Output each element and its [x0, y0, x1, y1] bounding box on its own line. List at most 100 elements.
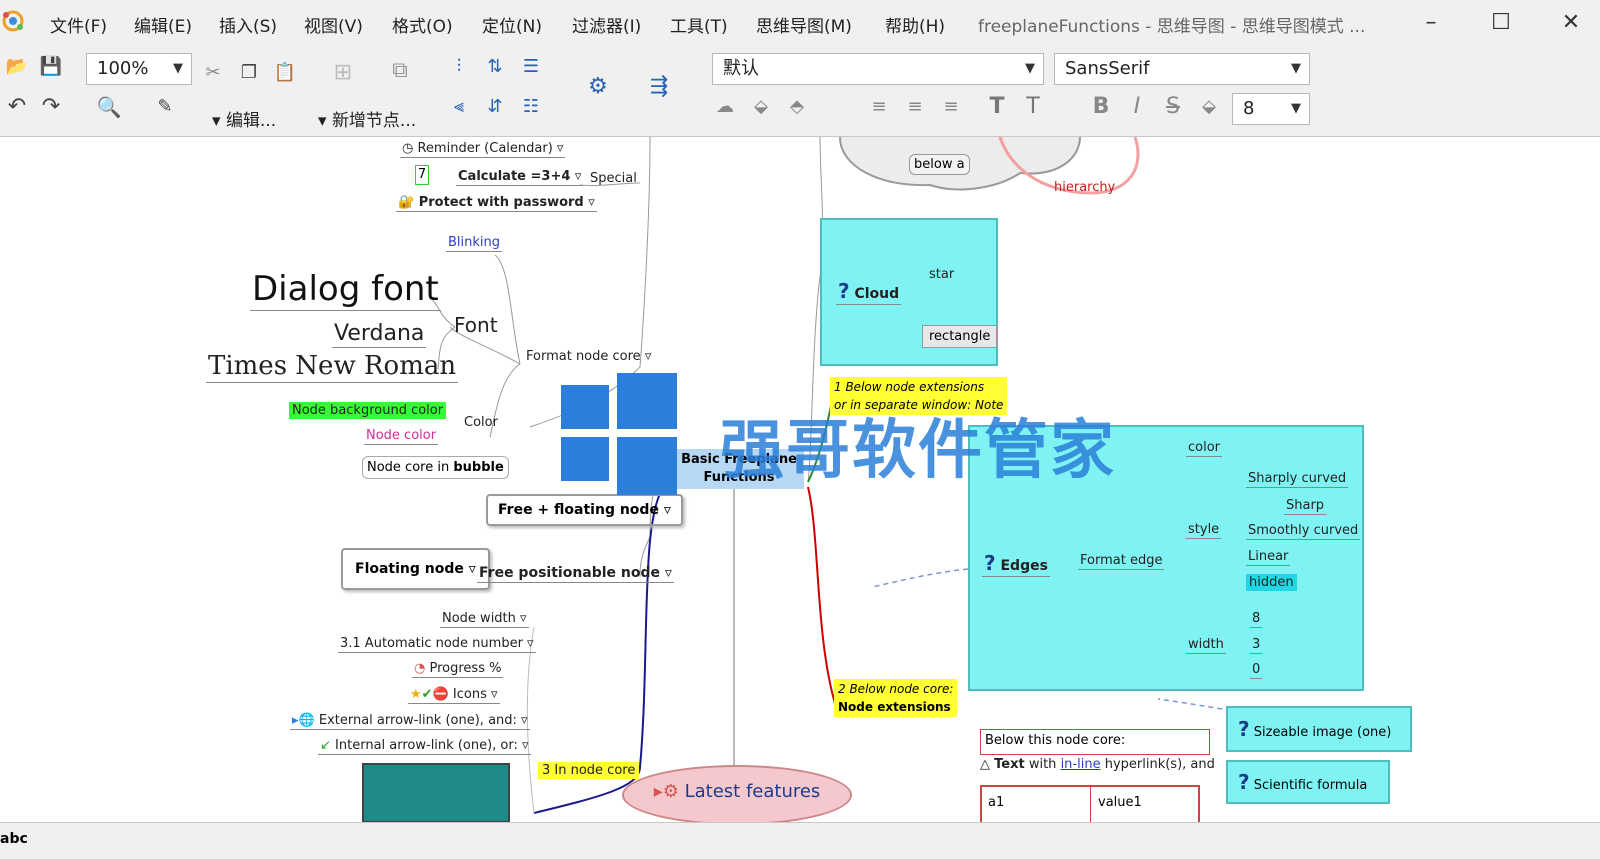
copy-icon[interactable]: ❐ — [236, 60, 262, 86]
width-8-node[interactable]: 8 — [1250, 611, 1263, 628]
align-left-icon[interactable]: ≡ — [866, 94, 892, 120]
format-edge-node[interactable]: Format edge — [1078, 553, 1165, 570]
list-icon[interactable]: ☷ — [518, 94, 544, 120]
font-size-select[interactable]: 8 ▼ — [1232, 93, 1310, 125]
maximize-button[interactable]: ☐ — [1478, 6, 1524, 40]
layout-tree-icon[interactable]: ⫶ — [446, 54, 472, 80]
menu-view[interactable]: 视图(V) — [304, 12, 363, 37]
search-icon[interactable]: 🔍 — [96, 94, 122, 120]
menu-insert[interactable]: 插入(S) — [219, 12, 277, 37]
zoom-select[interactable]: 100% ▼ — [86, 53, 192, 85]
strikethrough-icon[interactable]: S — [1160, 94, 1186, 120]
internal-link-node[interactable]: ↙ Internal arrow-link (one), or: ▿ — [318, 738, 531, 755]
menu-edit[interactable]: 编辑(E) — [134, 12, 192, 37]
width-0-node[interactable]: 0 — [1250, 662, 1263, 679]
brush-icon[interactable]: ✎ — [152, 94, 178, 120]
paste-icon[interactable]: 📋 — [272, 60, 298, 86]
bold-icon[interactable]: B — [1088, 94, 1114, 120]
external-link-node[interactable]: ▸🌐 External arrow-link (one), and: ▿ — [290, 713, 530, 730]
inline-hyperlink[interactable]: in-line — [1061, 757, 1101, 772]
menu-tools[interactable]: 工具(T) — [670, 12, 728, 37]
below-a-node[interactable]: below a — [909, 154, 970, 175]
menu-navigate[interactable]: 定位(N) — [482, 12, 542, 37]
edge-color-icon[interactable]: ⬘ — [784, 94, 810, 120]
free-floating-node[interactable]: Free + floating node ▿ — [486, 494, 683, 526]
hidden-node[interactable]: hidden — [1246, 574, 1297, 591]
protect-node[interactable]: 🔐 Protect with password ▿ — [396, 195, 597, 212]
redo-icon[interactable]: ↷ — [38, 94, 64, 120]
menu-mindmap[interactable]: 思维导图(M) — [756, 12, 852, 37]
hierarchy-node[interactable]: hierarchy — [1054, 180, 1115, 195]
menu-file[interactable]: 文件(F) — [50, 12, 107, 37]
style-node[interactable]: style — [1186, 522, 1222, 539]
undo-icon[interactable]: ↶ — [4, 94, 30, 120]
scientific-formula-node[interactable]: ? Scientific formula — [1226, 760, 1390, 804]
smoothly-curved-node[interactable]: Smoothly curved — [1246, 523, 1361, 540]
color-node[interactable]: Color — [464, 415, 498, 430]
new-node-menu-button[interactable]: ▾ 新增节点... — [318, 106, 416, 131]
edit-menu-button[interactable]: ▾ 编辑... — [212, 106, 276, 131]
icons-node[interactable]: ★✔⛔ Icons ▿ — [408, 687, 500, 704]
layout-map-icon[interactable]: ⫷ — [446, 94, 472, 120]
italic-icon[interactable]: I — [1124, 94, 1150, 120]
font-family-select[interactable]: SansSerif ▼ — [1054, 53, 1310, 85]
rectangle-node[interactable]: rectangle — [922, 325, 998, 348]
latest-features-node[interactable]: ▸⚙ Latest features — [622, 765, 852, 822]
verdana-node[interactable]: Verdana — [332, 321, 427, 348]
special-node[interactable]: Special — [590, 171, 637, 186]
cloud-icon[interactable]: ☁ — [712, 94, 738, 120]
menu-format[interactable]: 格式(O) — [392, 12, 453, 37]
auto-number-node[interactable]: 3.1 Automatic node number ▿ — [338, 636, 536, 653]
text-color-icon[interactable]: ⬙ — [1196, 94, 1222, 120]
edges-node[interactable]: ? Edges — [982, 551, 1050, 577]
linear-node[interactable]: Linear — [1246, 549, 1291, 566]
open-folder-icon[interactable]: 📂 — [4, 54, 30, 80]
width-3-node[interactable]: 3 — [1250, 637, 1263, 654]
in-node-core-node[interactable]: 3 In node core — [538, 762, 640, 779]
width-node[interactable]: width — [1186, 637, 1226, 654]
align-right-icon[interactable]: ≡ — [938, 94, 964, 120]
reminder-node[interactable]: ◷ Reminder (Calendar) ▿ — [400, 141, 566, 158]
cloud-node[interactable]: ? Cloud — [836, 279, 902, 305]
fill-color-icon[interactable]: ⬙ — [748, 94, 774, 120]
node-width-node[interactable]: Node width ▿ — [440, 611, 529, 628]
text-hyperlink-line[interactable]: △ Text with in-line hyperlink(s), and — [980, 757, 1215, 772]
progress-node[interactable]: ◔ Progress % — [412, 661, 504, 678]
bubble-node[interactable]: Node core in bubble — [362, 456, 509, 479]
outline-map-icon[interactable]: ⚙ — [568, 74, 628, 100]
edge-color-node[interactable]: color — [1186, 440, 1223, 457]
menu-filter[interactable]: 过滤器(I) — [572, 12, 641, 37]
minimize-button[interactable]: – — [1408, 6, 1454, 40]
add-node-icon[interactable]: ⊞ — [318, 60, 368, 86]
sizeable-image-node[interactable]: ? Sizeable image (one) — [1226, 706, 1412, 752]
sharply-curved-node[interactable]: Sharply curved — [1246, 471, 1349, 488]
text-top-icon[interactable]: T — [984, 94, 1010, 120]
note2-node[interactable]: 2 Below node core: Node extensions — [834, 679, 958, 717]
font-node[interactable]: Font — [454, 313, 498, 337]
star-node[interactable]: star — [929, 267, 954, 282]
mind-map-canvas[interactable]: ◷ Reminder (Calendar) ▿ 7 Calculate =3+4… — [0, 137, 1600, 822]
add-child-node-icon[interactable]: ⧉ — [380, 58, 420, 84]
move-up-icon[interactable]: ⇅ — [482, 54, 508, 80]
below-core-node[interactable]: Below this node core: — [980, 729, 1210, 755]
cut-icon[interactable]: ✂ — [200, 60, 226, 86]
free-positionable-node[interactable]: Free positionable node ▿ — [477, 565, 674, 583]
close-window-button[interactable]: ✕ — [1548, 6, 1594, 40]
sort-icon[interactable]: ☰ — [518, 54, 544, 80]
blinking-node[interactable]: Blinking — [446, 235, 503, 252]
times-node[interactable]: Times New Roman — [206, 351, 459, 383]
format-node-core-node[interactable]: Format node core ▿ — [526, 349, 651, 364]
align-center-icon[interactable]: ≡ — [902, 94, 928, 120]
move-down-icon[interactable]: ⇵ — [482, 94, 508, 120]
node-color-node[interactable]: Node color — [364, 428, 439, 445]
node-bg-color-node[interactable]: Node background color — [289, 402, 447, 419]
sharp-node[interactable]: Sharp — [1284, 498, 1327, 515]
floating-node[interactable]: Floating node ▿ — [341, 548, 490, 590]
menu-help[interactable]: 帮助(H) — [885, 12, 945, 37]
style-select[interactable]: 默认 ▼ — [712, 53, 1044, 85]
dialog-font-node[interactable]: Dialog font — [250, 269, 441, 311]
save-icon[interactable]: 💾 — [38, 54, 64, 80]
text-bottom-icon[interactable]: T — [1020, 94, 1046, 120]
calculate-node[interactable]: Calculate =3+4 ▿ — [456, 169, 584, 186]
balanced-map-icon[interactable]: ⇶ — [634, 74, 684, 100]
